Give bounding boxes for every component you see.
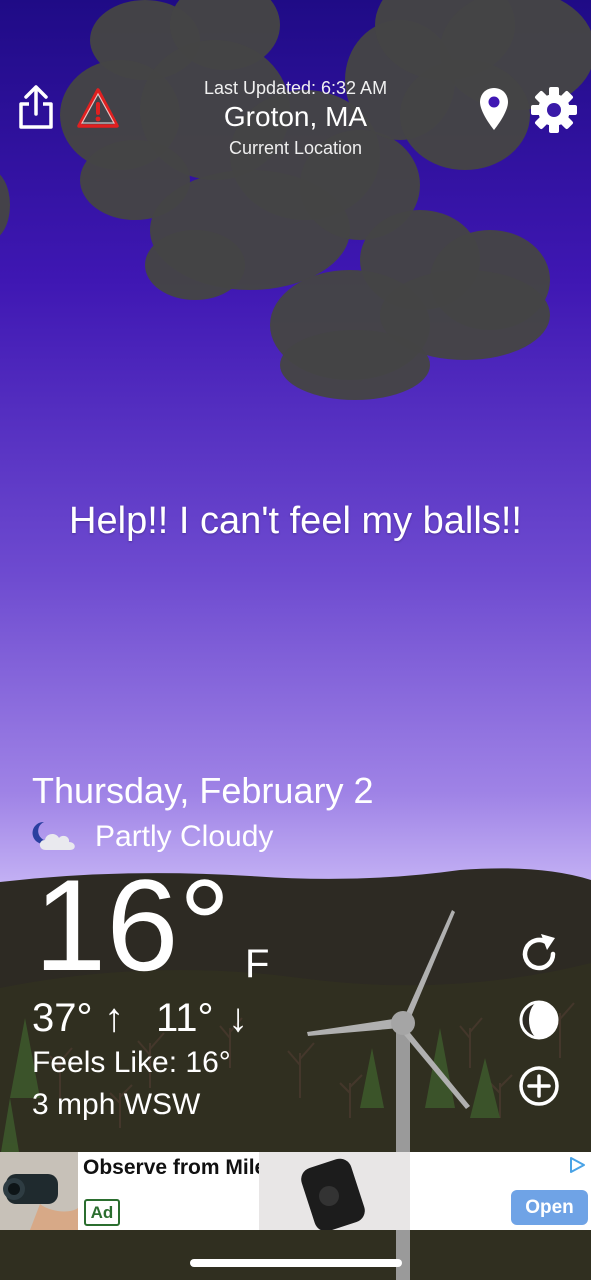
high-arrow-icon: ↑: [104, 996, 124, 1040]
weather-message: Help!! I can't feel my balls!!: [69, 500, 522, 542]
condition-text: Partly Cloudy: [95, 820, 274, 853]
plus-circle-icon[interactable]: [517, 1064, 561, 1108]
refresh-icon[interactable]: [517, 932, 561, 976]
gear-icon[interactable]: [530, 86, 578, 134]
current-temperature: 16°: [34, 852, 231, 998]
feels-like-text: Feels Like: 16°: [32, 1046, 231, 1079]
moon-phase-icon[interactable]: [517, 998, 561, 1042]
partly-cloudy-night-icon: [32, 821, 75, 850]
location-label: Current Location: [228, 138, 363, 158]
home-indicator[interactable]: [190, 1259, 402, 1267]
ad-badge: Ad: [84, 1199, 120, 1226]
ad-banner[interactable]: Observe from Miles away Ad Open: [0, 1152, 591, 1230]
low-temperature: 11°: [156, 996, 214, 1040]
ad-product-image-2[interactable]: [259, 1152, 410, 1230]
ad-choices-icon[interactable]: [568, 1156, 586, 1174]
low-arrow-icon: ↓: [228, 996, 248, 1040]
map-pin-icon[interactable]: [478, 86, 510, 132]
ad-product-image[interactable]: [0, 1152, 78, 1230]
temperature-unit[interactable]: F: [245, 942, 269, 987]
ad-open-button[interactable]: Open: [511, 1190, 588, 1225]
wind-text: 3 mph WSW: [32, 1088, 201, 1121]
forecast-date: Thursday, February 2: [32, 770, 374, 811]
high-temperature: 37°: [32, 996, 93, 1040]
